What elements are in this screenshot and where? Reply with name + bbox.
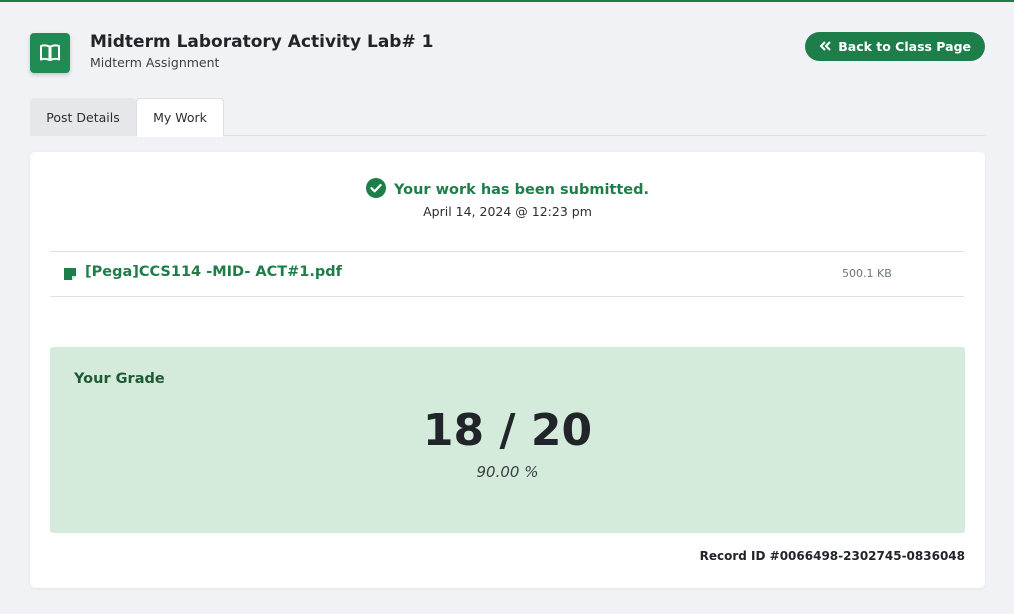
page-title: Midterm Laboratory Activity Lab# 1: [90, 32, 434, 52]
check-circle-icon: [365, 178, 386, 202]
file-icon: [63, 266, 77, 285]
grade-score: 18 / 20: [422, 405, 593, 456]
submission-status: Your work has been submitted. April 14, …: [30, 178, 985, 219]
attachment-link[interactable]: [Pega]CCS114 -MID- ACT#1.pdf: [85, 264, 342, 280]
page-header: Midterm Laboratory Activity Lab# 1 Midte…: [30, 30, 985, 76]
book-open-icon: [30, 33, 70, 73]
grade-percent: 90.00 %: [476, 463, 539, 481]
my-work-card: Your work has been submitted. April 14, …: [30, 152, 985, 588]
attachment-row: [Pega]CCS114 -MID- ACT#1.pdf 500.1 KB: [50, 251, 964, 297]
back-button-label: Back to Class Page: [838, 39, 971, 54]
record-id: Record ID #0066498-2302745-0836048: [699, 549, 965, 563]
tab-post-details[interactable]: Post Details: [30, 98, 136, 136]
attachment-size: 500.1 KB: [842, 267, 892, 280]
page-subtitle: Midterm Assignment: [90, 55, 220, 70]
tab-bar: Post Details My Work: [30, 98, 985, 137]
grade-label: Your Grade: [74, 371, 165, 387]
tab-my-work[interactable]: My Work: [136, 98, 224, 137]
back-to-class-button[interactable]: Back to Class Page: [805, 32, 985, 61]
double-chevron-left-icon: [819, 39, 831, 54]
submission-date: April 14, 2024 @ 12:23 pm: [423, 204, 592, 219]
submission-status-text: Your work has been submitted.: [393, 182, 650, 198]
grade-panel: Your Grade 18 / 20 90.00 %: [50, 347, 965, 533]
